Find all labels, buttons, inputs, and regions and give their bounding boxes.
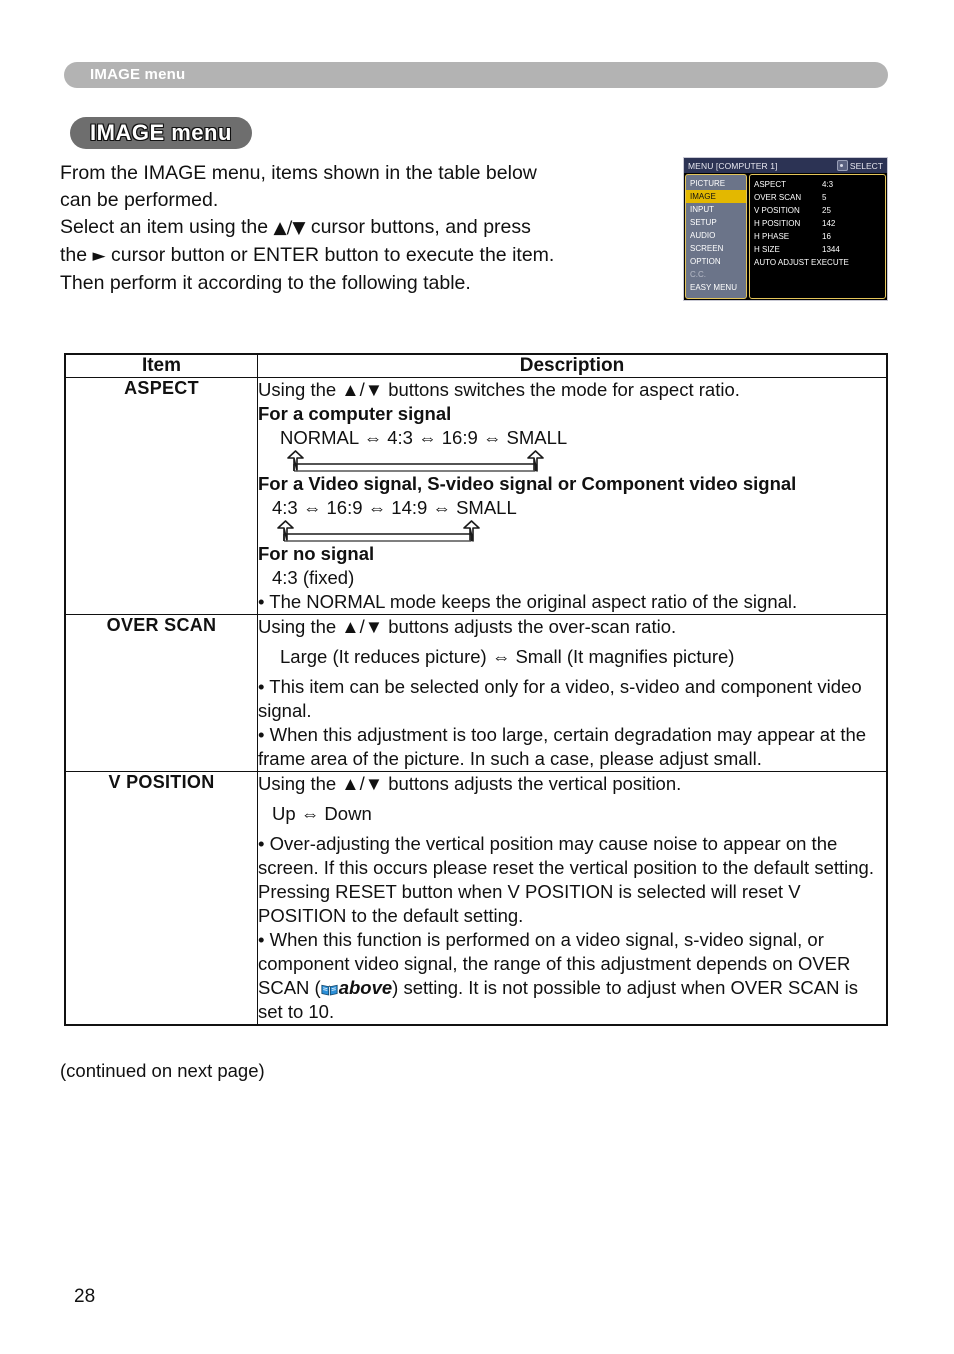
osd-item-aspect[interactable]: ASPECT 4:3 xyxy=(754,178,885,191)
osd-content-panel: ASPECT 4:3 OVER SCAN 5 V POSITION 25 H P… xyxy=(749,174,886,299)
osd-sidebar: PICTURE IMAGE INPUT SETUP AUDIO SCREEN O… xyxy=(685,174,747,299)
intro-line-1: From the IMAGE menu, items shown in the … xyxy=(60,162,537,184)
osd-item-h-position-label: H POSITION xyxy=(754,219,801,228)
aspect-heading-computer: For a computer signal xyxy=(258,403,452,424)
osd-item-over-scan-value: 5 xyxy=(822,193,827,202)
osd-item-h-phase-label: H PHASE xyxy=(754,232,790,241)
continued-note: (continued on next page) xyxy=(60,1060,265,1081)
item-label-v-position: V POSITION xyxy=(65,771,258,1025)
osd-item-auto-adjust[interactable]: AUTO ADJUST EXECUTE xyxy=(754,256,885,269)
intro-line-3-a: Select an item using the xyxy=(60,216,274,238)
item-label-over-scan: OVER SCAN xyxy=(65,614,258,772)
osd-sidebar-item-option[interactable]: OPTION xyxy=(686,255,746,268)
v-position-bullet-2: • When this function is performed on a v… xyxy=(258,928,886,1024)
v-position-bullet-1: • Over-adjusting the vertical position m… xyxy=(258,833,874,878)
manual-page: IMAGE menu IMAGE menu From the IMAGE men… xyxy=(0,0,954,1354)
description-v-position: Using the ▲/▼ buttons adjusts the vertic… xyxy=(257,771,887,1025)
v-position-chain: Up ⇔ Down xyxy=(272,803,372,824)
osd-sidebar-item-audio[interactable]: AUDIO xyxy=(686,229,746,242)
table-header-row: Item Description xyxy=(65,354,887,378)
osd-sidebar-item-picture[interactable]: PICTURE xyxy=(686,177,746,190)
osd-body: PICTURE IMAGE INPUT SETUP AUDIO SCREEN O… xyxy=(684,173,887,300)
osd-menu-screenshot: MENU [COMPUTER 1] SELECT PICTURE IMAGE I… xyxy=(683,157,888,301)
intro-line-4-b: cursor button or ENTER button to execute… xyxy=(105,244,555,266)
aspect-loop-arrow-computer xyxy=(258,450,886,472)
aspect-chain-computer: NORMAL ⇔ 4:3 ⇔ 16:9 ⇔ SMALL xyxy=(280,427,568,448)
aspect-chain-nosignal: 4:3 (fixed) xyxy=(272,567,355,588)
osd-sidebar-item-image[interactable]: IMAGE xyxy=(686,190,746,203)
osd-select-hint: SELECT xyxy=(836,160,883,171)
intro-paragraph: From the IMAGE menu, items shown in the … xyxy=(60,160,665,297)
intro-line-5: Then perform it according to the followi… xyxy=(60,272,471,294)
osd-item-h-phase-value: 16 xyxy=(822,232,831,241)
aspect-loop-arrow-video xyxy=(258,520,886,542)
running-header-label: IMAGE menu xyxy=(90,66,186,83)
osd-sidebar-item-setup[interactable]: SETUP xyxy=(686,216,746,229)
osd-item-over-scan[interactable]: OVER SCAN 5 xyxy=(754,191,885,204)
osd-select-label: SELECT xyxy=(849,160,883,171)
intro-line-4: the ► cursor button or ENTER button to e… xyxy=(60,242,665,270)
column-header-item: Item xyxy=(65,354,258,378)
aspect-heading-video: For a Video signal, S-video signal or Co… xyxy=(258,473,797,494)
right-cursor-icon: ► xyxy=(92,246,106,266)
page-title: IMAGE menu xyxy=(90,120,232,145)
osd-item-h-size-label: H SIZE xyxy=(754,245,780,254)
description-aspect: Using the ▲/▼ buttons switches the mode … xyxy=(257,377,887,615)
over-scan-bullet-1: • This item can be selected only for a v… xyxy=(258,676,862,721)
osd-title: MENU [COMPUTER 1] xyxy=(688,160,778,171)
osd-titlebar: MENU [COMPUTER 1] SELECT xyxy=(684,158,887,173)
image-menu-table: Item Description ASPECT Using the ▲/▼ bu… xyxy=(64,353,888,1026)
book-reference-icon xyxy=(321,984,338,996)
running-header-banner: IMAGE menu xyxy=(64,62,888,88)
page-number: 28 xyxy=(74,1286,96,1307)
aspect-chain-video: 4:3 ⇔ 16:9 ⇔ 14:9 ⇔ SMALL xyxy=(272,497,517,518)
osd-item-aspect-value: 4:3 xyxy=(822,180,834,189)
osd-sidebar-item-input[interactable]: INPUT xyxy=(686,203,746,216)
osd-item-v-position-label: V POSITION xyxy=(754,206,800,215)
intro-line-3-b: cursor buttons, and press xyxy=(305,216,531,238)
osd-sidebar-item-screen[interactable]: SCREEN xyxy=(686,242,746,255)
osd-item-v-position[interactable]: V POSITION 25 xyxy=(754,204,885,217)
v-position-intro: Using the ▲/▼ buttons adjusts the vertic… xyxy=(258,773,682,794)
aspect-bullet-1: • The NORMAL mode keeps the original asp… xyxy=(258,591,798,612)
osd-item-aspect-label: ASPECT xyxy=(754,180,787,189)
osd-sidebar-item-cc[interactable]: C.C. xyxy=(686,268,746,281)
table-row: OVER SCAN Using the ▲/▼ buttons adjusts … xyxy=(65,614,887,772)
table-row: ASPECT Using the ▲/▼ buttons switches th… xyxy=(65,377,887,615)
osd-item-auto-adjust-label: AUTO ADJUST EXECUTE xyxy=(754,258,849,267)
v-position-para-2: Pressing RESET button when V POSITION is… xyxy=(258,881,801,926)
osd-item-h-size[interactable]: H SIZE 1344 xyxy=(754,243,885,256)
osd-item-h-size-value: 1344 xyxy=(822,245,840,254)
intro-line-4-a: the xyxy=(60,244,93,266)
updown-cursor-icon: ▲/▼ xyxy=(273,218,306,238)
aspect-intro: Using the ▲/▼ buttons switches the mode … xyxy=(258,379,740,400)
over-scan-chain: Large (It reduces picture) ⇔ Small (It m… xyxy=(280,646,735,667)
intro-line-3: Select an item using the ▲/▼ cursor butt… xyxy=(60,214,665,242)
description-over-scan: Using the ▲/▼ buttons adjusts the over-s… xyxy=(257,614,887,772)
intro-line-2: can be performed. xyxy=(60,189,219,211)
osd-item-h-position[interactable]: H POSITION 142 xyxy=(754,217,885,230)
select-button-icon xyxy=(836,160,848,171)
column-header-description: Description xyxy=(257,354,887,378)
osd-item-h-position-value: 142 xyxy=(822,219,836,228)
osd-sidebar-item-easy-menu[interactable]: EASY MENU xyxy=(686,281,746,294)
item-label-aspect: ASPECT xyxy=(65,377,258,615)
aspect-heading-nosignal: For no signal xyxy=(258,543,375,564)
osd-item-over-scan-label: OVER SCAN xyxy=(754,193,802,202)
over-scan-intro: Using the ▲/▼ buttons adjusts the over-s… xyxy=(258,616,677,637)
v-position-bullet-2-ref: above xyxy=(338,977,393,998)
osd-item-h-phase[interactable]: H PHASE 16 xyxy=(754,230,885,243)
osd-item-v-position-value: 25 xyxy=(822,206,831,215)
table-row: V POSITION Using the ▲/▼ buttons adjusts… xyxy=(65,771,887,1025)
over-scan-bullet-2: • When this adjustment is too large, cer… xyxy=(258,724,867,769)
section-title-pill: IMAGE menu xyxy=(70,117,252,149)
